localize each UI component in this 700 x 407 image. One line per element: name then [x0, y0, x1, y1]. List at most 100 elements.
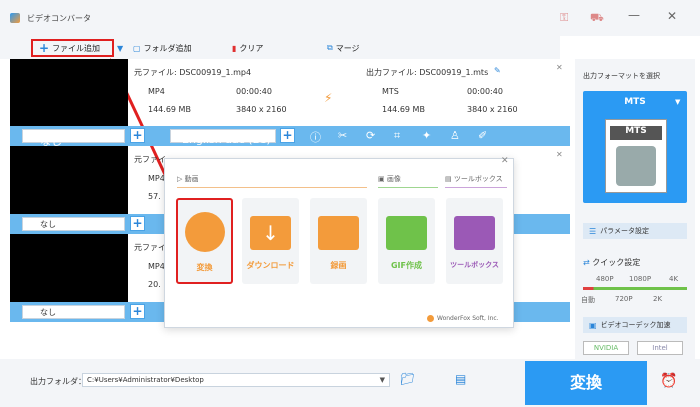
crop-icon[interactable]: ⌗ [394, 129, 400, 143]
toolbox-tile-label: ツールボックス [450, 261, 499, 269]
chevron-down-icon: ▼ [379, 376, 385, 384]
audio-value: English aac (LC) [182, 133, 271, 146]
quality-480p: 480P [596, 275, 614, 283]
alarm-clock-icon[interactable]: ⏰ [660, 373, 677, 389]
image-icon [386, 216, 427, 250]
quick-settings-text: クイック設定 [592, 258, 641, 267]
input-filename: 元ファイ [134, 155, 166, 164]
subtitle-select[interactable]: なし [22, 217, 125, 231]
quick-settings-label: ⇄ クイック設定 [583, 257, 640, 268]
quality-720p: 720P [615, 295, 633, 303]
intel-badge[interactable]: Intel [637, 341, 683, 355]
quality-1080p: 1080P [629, 275, 652, 283]
input-size: 20. [148, 280, 161, 289]
convert-tile-label: 変換 [196, 263, 213, 272]
output-settings-icon[interactable]: ▤ [455, 372, 466, 386]
input-duration: 00:00:40 [236, 87, 272, 96]
mts-camera-icon: MTS [605, 119, 667, 193]
row-toolbar: なし + English aac (LC) + ⓘ ✂ ⟳ ⌗ ✦ ♙ ✐ [10, 126, 570, 148]
hardware-accel-button[interactable]: ▣ ビデオコーデック加速 [583, 317, 687, 333]
lightning-icon: ⚡ [324, 91, 333, 105]
input-format: MP4 [148, 87, 165, 96]
sliders-icon: ☰ [589, 226, 597, 236]
divider [177, 187, 367, 188]
parameter-settings-label: パラメータ設定 [600, 227, 649, 235]
output-folder-path: C:¥Users¥Administrator¥Desktop [87, 376, 204, 384]
divider [445, 187, 507, 188]
subtitle-select[interactable]: なし [22, 129, 125, 148]
bottom-bar: 出力フォルダ： C:¥Users¥Administrator¥Desktop ▼… [0, 359, 700, 407]
info-icon[interactable]: ⓘ [310, 129, 321, 145]
input-size: 144.69 MB [148, 105, 191, 114]
group-video-text: 動画 [184, 175, 199, 183]
remove-icon[interactable]: ✕ [556, 63, 563, 72]
input-filename: 元ファイル: DSC00919_1.mp4 [134, 68, 252, 77]
chip-icon: ▣ [589, 320, 597, 330]
audio-select[interactable]: English aac (LC) [170, 129, 276, 146]
hardware-accel-label: ビデオコーデック加速 [600, 321, 671, 329]
subtitle-value: なし [40, 219, 56, 229]
group-toolbox-text: ツールボックス [453, 175, 503, 183]
convert-tile[interactable]: 変換 [176, 198, 233, 284]
screen-record-icon [318, 216, 359, 250]
open-folder-icon[interactable]: 📁︎ [400, 372, 415, 386]
input-resolution: 3840 x 2160 [236, 105, 287, 114]
record-tile-label: 録画 [330, 261, 347, 270]
feature-popup: ✕ ▷ 動画 ▣ 画像 ▤ ツールボックス 変換 ↓ ダウンロード 録画 GIF… [164, 156, 514, 328]
video-thumbnail[interactable] [10, 146, 128, 214]
close-icon[interactable]: ✕ [501, 156, 509, 166]
output-format: MTS [382, 87, 399, 96]
record-tile[interactable]: 録画 [310, 198, 367, 284]
cut-icon[interactable]: ✂ [338, 129, 347, 142]
add-subtitle-button[interactable]: + [130, 216, 145, 231]
quality-auto: 自動 [581, 296, 595, 304]
video-thumbnail[interactable] [10, 234, 128, 302]
format-selector[interactable]: MTS ▼ MTS [583, 91, 687, 203]
add-subtitle-button[interactable]: + [130, 304, 145, 319]
download-icon: ↓ [250, 216, 291, 250]
output-size: 144.69 MB [382, 105, 425, 114]
toolbox-tile[interactable]: ツールボックス [446, 198, 503, 284]
chevron-down-icon: ▼ [675, 98, 681, 106]
download-tile-label: ダウンロード [246, 261, 295, 270]
input-size: 57. [148, 192, 161, 201]
add-subtitle-button[interactable]: + [130, 128, 145, 143]
output-filename: 出力ファイル: DSC00919_1.mts [366, 68, 489, 77]
output-duration: 00:00:40 [467, 87, 503, 96]
format-name: MTS [624, 97, 646, 107]
add-audio-button[interactable]: + [280, 128, 295, 143]
group-toolbox-label: ▤ ツールボックス [445, 175, 503, 183]
edit-icon[interactable]: ✎ [494, 66, 501, 75]
film-icon [185, 212, 225, 252]
gif-tile[interactable]: GIF作成 [378, 198, 435, 284]
gif-tile-label: GIF作成 [390, 261, 422, 270]
convert-label: 変換 [569, 373, 602, 392]
output-folder-label: 出力フォルダ： [30, 377, 86, 386]
quality-2k: 2K [653, 295, 663, 303]
group-image-text: 画像 [386, 175, 401, 183]
right-panel: 出力フォーマットを選択 MTS ▼ MTS ☰ パラメータ設定 ⇄ クイック設定… [575, 59, 695, 359]
divider [378, 187, 438, 188]
watermark-icon[interactable]: ♙ [450, 129, 460, 142]
mts-icon-label: MTS [610, 126, 662, 140]
brand-label: WonderFox Soft, Inc. [437, 315, 499, 322]
video-thumbnail[interactable] [10, 59, 128, 126]
effect-icon[interactable]: ✦ [422, 129, 431, 142]
output-resolution: 3840 x 2160 [467, 105, 518, 114]
group-video-label: ▷ 動画 [177, 175, 199, 183]
input-format: MP4 [148, 174, 165, 183]
toolbox-icon [454, 216, 495, 250]
subtitle-edit-icon[interactable]: ✐ [478, 129, 487, 142]
subtitle-select[interactable]: なし [22, 305, 125, 319]
remove-icon[interactable]: ✕ [556, 150, 563, 159]
quality-slider[interactable] [583, 287, 687, 290]
nvidia-badge[interactable]: NVIDIA [583, 341, 629, 355]
convert-button[interactable]: 変換 [525, 361, 647, 405]
quick-icon: ⇄ [583, 258, 590, 267]
rotate-icon[interactable]: ⟳ [366, 129, 375, 142]
input-filename: 元ファイ [134, 243, 166, 252]
parameter-settings-button[interactable]: ☰ パラメータ設定 [583, 223, 687, 239]
download-tile[interactable]: ↓ ダウンロード [242, 198, 299, 284]
brand-logo-icon [427, 315, 434, 322]
output-folder-input[interactable]: C:¥Users¥Administrator¥Desktop ▼ [82, 373, 390, 387]
